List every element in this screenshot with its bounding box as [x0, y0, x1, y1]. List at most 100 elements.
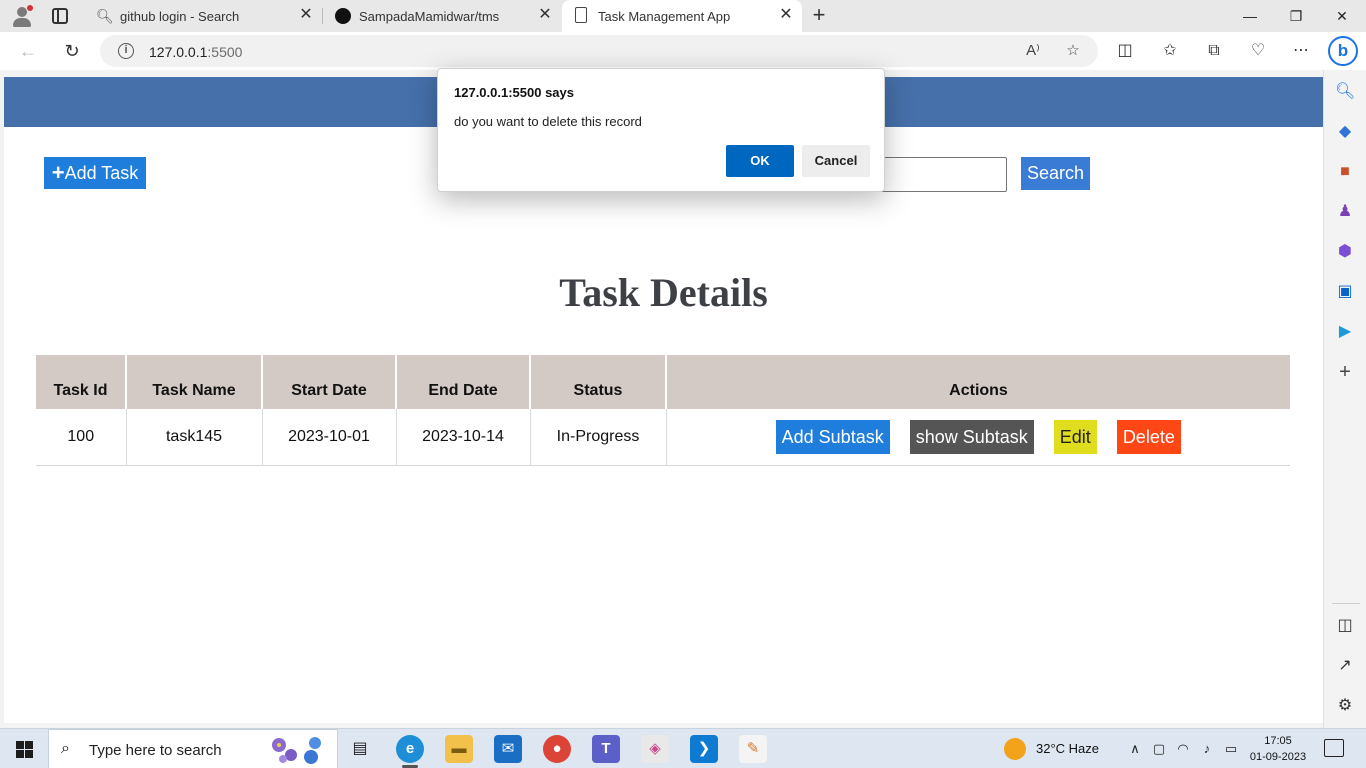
- address-bar[interactable]: i 127.0.0.1:5500 A⁾ ☆: [100, 35, 1098, 67]
- page-icon: [575, 7, 587, 23]
- external-link-icon[interactable]: ↗: [1335, 656, 1355, 676]
- chrome-icon[interactable]: ●: [543, 735, 571, 763]
- sidebar-outlook-icon[interactable]: ▣: [1335, 282, 1355, 302]
- tab-task-management-app[interactable]: Task Management App ✕: [562, 0, 802, 32]
- sidebar-games-icon[interactable]: ♟: [1335, 202, 1355, 222]
- column-header: Status: [530, 355, 667, 409]
- taskbar-search-placeholder: Type here to search: [89, 742, 222, 759]
- collections-icon[interactable]: ⧉: [1203, 40, 1225, 62]
- tab-github-login-search[interactable]: 🔍︎ github login - Search ✕: [84, 0, 322, 32]
- table-row: 100 task145 2023-10-01 2023-10-14 In-Pro…: [36, 409, 1290, 466]
- edge-sidebar: 🔍︎ ◆ ■ ♟ ⬢ ▣ ▶ + ◫ ↗ ⚙: [1323, 70, 1366, 728]
- url-text: 127.0.0.1:5500: [149, 44, 242, 60]
- paint-icon[interactable]: ✎: [739, 735, 767, 763]
- split-screen-icon[interactable]: ◫: [1114, 40, 1136, 62]
- browser-tab-strip: 🔍︎ github login - Search ✕ SampadaMamidw…: [0, 0, 1366, 32]
- close-icon[interactable]: ✕: [537, 7, 553, 23]
- add-task-button[interactable]: +Add Task: [44, 157, 146, 189]
- vscode-icon[interactable]: ❯: [690, 735, 718, 763]
- tab-label: github login - Search: [120, 9, 240, 24]
- confirm-dialog: 127.0.0.1:5500 says do you want to delet…: [437, 68, 885, 192]
- sidebar-drop-icon[interactable]: ▶: [1335, 322, 1355, 342]
- actions-cell: Add Subtask show Subtask Edit Delete: [666, 409, 1290, 466]
- meet-now-icon[interactable]: ▢: [1150, 740, 1168, 758]
- dialog-title: 127.0.0.1:5500 says: [454, 85, 574, 100]
- sidebar-divider: [1332, 603, 1360, 604]
- windows-start-icon[interactable]: [16, 741, 33, 758]
- teams-icon[interactable]: T: [592, 735, 620, 763]
- column-header: Task Id: [36, 355, 127, 409]
- delete-button[interactable]: Delete: [1116, 419, 1181, 454]
- end-date-cell: 2023-10-14: [396, 409, 531, 466]
- browser-essentials-icon[interactable]: ♡: [1247, 40, 1269, 62]
- edit-button[interactable]: Edit: [1053, 419, 1097, 454]
- sidebar-search-icon[interactable]: 🔍︎: [1335, 82, 1355, 102]
- url-host: 127.0.0.1: [149, 44, 208, 60]
- edge-icon[interactable]: e: [396, 735, 424, 763]
- gitkraken-icon[interactable]: ◈: [641, 735, 669, 763]
- task-table: Task Id Task Name Start Date End Date St…: [36, 355, 1290, 466]
- page-title: Task Details: [559, 270, 768, 315]
- tab-label: SampadaMamidwar/tms: [359, 9, 500, 24]
- task-view-icon[interactable]: ▤: [346, 735, 374, 763]
- search-button[interactable]: Search: [1021, 157, 1090, 190]
- sidebar-toggle-icon[interactable]: ◫: [1335, 616, 1355, 636]
- battery-icon[interactable]: ▭: [1222, 740, 1240, 758]
- back-icon[interactable]: ←: [16, 39, 40, 63]
- search-highlight-flowers-icon: [272, 737, 321, 764]
- read-aloud-icon[interactable]: A⁾: [1024, 42, 1042, 60]
- tab-label: Task Management App: [598, 9, 731, 24]
- close-icon[interactable]: ✕: [778, 7, 794, 23]
- system-clock[interactable]: 17:05 01-09-2023: [1246, 733, 1310, 765]
- status-cell: In-Progress: [530, 409, 667, 466]
- profile-icon[interactable]: [10, 4, 34, 28]
- table-header-row: Task Id Task Name Start Date End Date St…: [36, 355, 1290, 409]
- mail-icon[interactable]: ✉: [494, 735, 522, 763]
- ok-button[interactable]: OK: [726, 145, 794, 177]
- sidebar-office-icon[interactable]: ⬢: [1335, 242, 1355, 262]
- show-hidden-icons-icon[interactable]: ∧: [1126, 740, 1144, 758]
- bing-copilot-icon[interactable]: b: [1328, 36, 1358, 66]
- settings-gear-icon[interactable]: ⚙: [1335, 696, 1355, 716]
- info-icon[interactable]: i: [118, 43, 134, 59]
- url-port: :5500: [207, 44, 243, 60]
- taskbar-search-box[interactable]: ⌕ Type here to search: [48, 729, 338, 768]
- add-subtask-button[interactable]: Add Subtask: [775, 419, 890, 454]
- weather-text[interactable]: 32°C Haze: [1036, 741, 1099, 756]
- wifi-icon[interactable]: ◠: [1174, 740, 1192, 758]
- tab-actions-icon[interactable]: [52, 8, 68, 24]
- windows-taskbar: ⌕ Type here to search ▤ e ▬ ✉ ● T ◈ ❯ ✎ …: [0, 728, 1366, 768]
- close-icon[interactable]: ✕: [298, 7, 314, 23]
- sidebar-shopping-icon[interactable]: ◆: [1335, 122, 1355, 142]
- task-name-cell: task145: [126, 409, 263, 466]
- browser-toolbar: ← ↻ i 127.0.0.1:5500 A⁾ ☆ ◫ ✩ ⧉ ♡ ⋯ b: [0, 32, 1366, 70]
- minimize-icon[interactable]: —: [1230, 4, 1270, 28]
- volume-icon[interactable]: ♪: [1198, 740, 1216, 758]
- clock-date: 01-09-2023: [1249, 751, 1307, 763]
- cancel-button[interactable]: Cancel: [802, 145, 870, 177]
- column-header: Start Date: [262, 355, 397, 409]
- github-icon: [335, 8, 351, 24]
- clock-time: 17:05: [1264, 735, 1292, 747]
- task-id-cell: 100: [36, 409, 127, 466]
- show-subtask-button[interactable]: show Subtask: [909, 419, 1034, 454]
- search-icon: ⌕: [61, 740, 70, 757]
- weather-haze-icon[interactable]: [1004, 738, 1026, 760]
- notification-center-icon[interactable]: [1324, 739, 1344, 757]
- restore-icon[interactable]: ❐: [1276, 4, 1316, 28]
- window-close-icon[interactable]: ✕: [1322, 4, 1362, 28]
- column-header: End Date: [396, 355, 531, 409]
- tab-github-repo[interactable]: SampadaMamidwar/tms ✕: [323, 0, 561, 32]
- new-tab-icon[interactable]: +: [808, 4, 830, 28]
- favorite-star-icon[interactable]: ☆: [1064, 42, 1082, 60]
- favorites-icon[interactable]: ✩: [1159, 40, 1181, 62]
- start-date-cell: 2023-10-01: [262, 409, 397, 466]
- more-menu-icon[interactable]: ⋯: [1290, 40, 1312, 62]
- sidebar-tools-icon[interactable]: ■: [1335, 162, 1355, 182]
- file-explorer-icon[interactable]: ▬: [445, 735, 473, 763]
- sidebar-add-icon[interactable]: +: [1335, 362, 1355, 382]
- column-header: Task Name: [126, 355, 263, 409]
- refresh-icon[interactable]: ↻: [60, 39, 84, 63]
- column-header: Actions: [666, 355, 1290, 409]
- plus-icon: +: [51, 160, 65, 185]
